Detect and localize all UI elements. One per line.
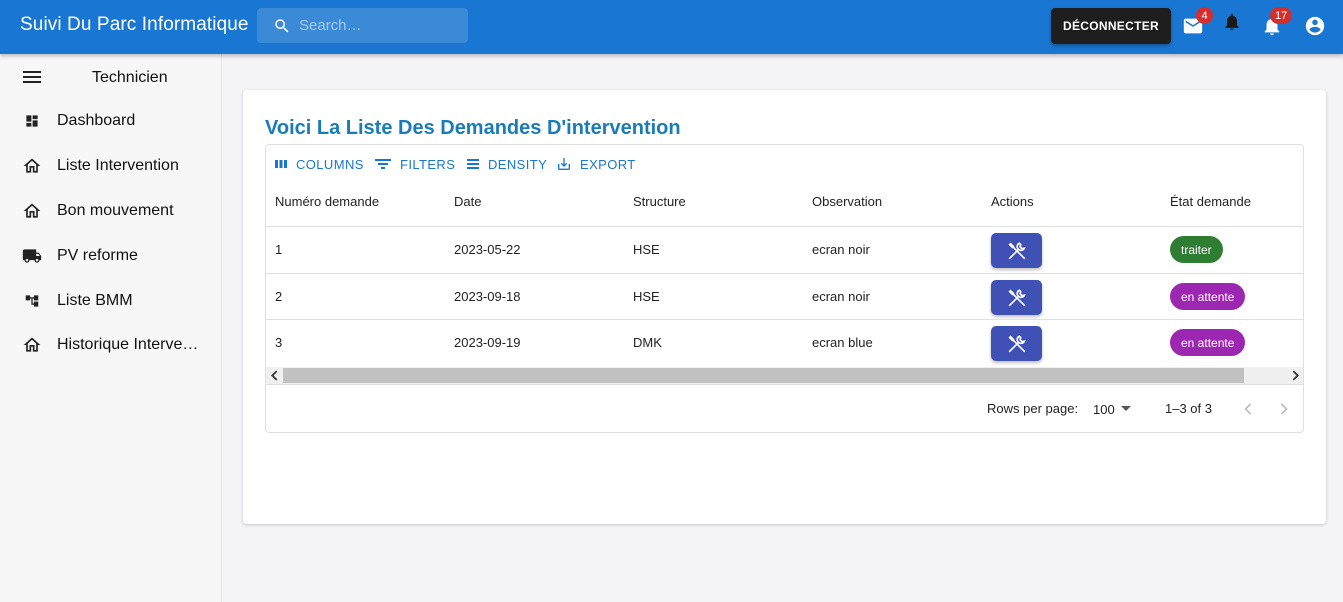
export-label: EXPORT [580, 156, 636, 172]
filter-icon [375, 159, 391, 169]
sidebar-item-label: Bon mouvement [57, 202, 174, 219]
column-header-date[interactable]: Date [454, 194, 481, 209]
main-card: Voici La Liste Des Demandes D'interventi… [243, 90, 1326, 524]
sidebar-header: Technicien [0, 54, 222, 100]
table-row[interactable]: 1 2023-05-22 HSE ecran noir traiter [266, 226, 1303, 272]
columns-icon [275, 160, 287, 168]
sidebar-item-liste-intervention[interactable]: Liste Intervention [0, 144, 222, 188]
table-row[interactable]: 2 2023-09-18 HSE ecran noir en attente [266, 273, 1303, 319]
tools-icon [1007, 334, 1026, 352]
sidebar-item-label: Historique Intervention [57, 336, 207, 353]
data-grid: COLUMNS FILTERS DENSITY EXPORT Numéro de… [265, 144, 1304, 433]
home-icon [23, 203, 41, 218]
cell-structure: HSE [633, 242, 660, 257]
sidebar-item-label: Liste BMM [57, 292, 133, 309]
sidebar-item-pv-reforme[interactable]: PV reforme [0, 234, 222, 278]
column-header-actions[interactable]: Actions [991, 194, 1034, 209]
status-badge: traiter [1170, 236, 1223, 263]
cell-numero: 2 [275, 289, 283, 304]
column-header-observation[interactable]: Observation [812, 194, 882, 209]
columns-button[interactable]: COLUMNS [274, 155, 364, 173]
filters-button[interactable]: FILTERS [374, 155, 455, 173]
caret-down-icon [1120, 406, 1131, 411]
cell-date: 2023-05-22 [454, 242, 521, 257]
pagination-footer: Rows per page: 100 1–3 of 3 [266, 384, 1303, 432]
search-box[interactable] [257, 8, 468, 43]
column-header-numero[interactable]: Numéro demande [275, 194, 379, 209]
scrollbar-thumb[interactable] [283, 368, 1244, 383]
scroll-left-icon[interactable] [269, 370, 280, 381]
search-input[interactable] [299, 8, 459, 43]
logout-button[interactable]: DÉCONNECTER [1051, 8, 1171, 44]
next-page-icon[interactable] [1274, 399, 1294, 419]
sidebar-item-liste-bmm[interactable]: Liste BMM [0, 279, 222, 323]
download-icon [558, 158, 570, 170]
rows-per-page-value: 100 [1093, 401, 1115, 417]
page-title: Voici La Liste Des Demandes D'interventi… [265, 117, 681, 139]
cell-structure: HSE [633, 289, 660, 304]
status-badge: en attente [1170, 283, 1246, 310]
density-icon [467, 159, 479, 169]
tools-icon [1007, 241, 1026, 259]
account-tree-icon [25, 295, 39, 307]
bell-icon[interactable] [1222, 12, 1242, 32]
scroll-right-icon[interactable] [1290, 370, 1301, 381]
cell-numero: 1 [275, 242, 283, 257]
density-label: DENSITY [488, 156, 548, 172]
cell-structure: DMK [633, 335, 662, 350]
cell-observation: ecran blue [812, 335, 873, 350]
rows-per-page-select[interactable]: 100 [1093, 399, 1135, 419]
cell-date: 2023-09-19 [454, 335, 521, 350]
home-icon [23, 337, 41, 352]
sidebar-item-label: Dashboard [57, 112, 136, 129]
column-header-etat[interactable]: État demande [1170, 194, 1251, 209]
cell-numero: 3 [275, 335, 283, 350]
columns-label: COLUMNS [296, 156, 364, 172]
status-badge: en attente [1170, 329, 1246, 356]
sidebar-item-label: Liste Intervention [57, 157, 179, 174]
mail-badge: 4 [1196, 7, 1213, 24]
dashboard-icon [26, 115, 38, 127]
previous-page-icon[interactable] [1238, 399, 1258, 419]
rows-per-page-label: Rows per page: [987, 401, 1079, 416]
repair-button[interactable] [991, 233, 1042, 268]
cell-observation: ecran noir [812, 289, 870, 304]
account-icon[interactable] [1304, 15, 1326, 37]
cell-observation: ecran noir [812, 242, 870, 257]
repair-button[interactable] [991, 326, 1042, 361]
column-header-structure[interactable]: Structure [633, 194, 686, 209]
export-button[interactable]: EXPORT [556, 155, 636, 173]
sidebar-item-label: PV reforme [57, 247, 138, 264]
sidebar-item-historique-intervention[interactable]: Historique Intervention [0, 323, 222, 367]
role-label: Technicien [92, 69, 168, 86]
search-icon [275, 19, 289, 33]
notifications-badge: 17 [1270, 7, 1293, 24]
horizontal-scrollbar[interactable] [266, 367, 1303, 384]
table-row[interactable]: 3 2023-09-19 DMK ecran blue en attente [266, 319, 1303, 365]
truck-icon [22, 249, 42, 263]
app-title: Suivi Du Parc Informatique [20, 14, 249, 35]
menu-icon[interactable] [22, 69, 42, 85]
sidebar-item-bon-mouvement[interactable]: Bon mouvement [0, 189, 222, 233]
cell-date: 2023-09-18 [454, 289, 521, 304]
sidebar: Technicien Dashboard Liste Intervention … [0, 54, 222, 602]
repair-button[interactable] [991, 280, 1042, 315]
app-bar: Suivi Du Parc Informatique DÉCONNECTER 4… [0, 0, 1343, 54]
sidebar-item-dashboard[interactable]: Dashboard [0, 99, 222, 143]
tools-icon [1007, 288, 1026, 306]
pagination-range: 1–3 of 3 [1165, 401, 1212, 416]
density-button[interactable]: DENSITY [466, 155, 547, 173]
home-icon [23, 158, 41, 173]
filters-label: FILTERS [400, 156, 456, 172]
